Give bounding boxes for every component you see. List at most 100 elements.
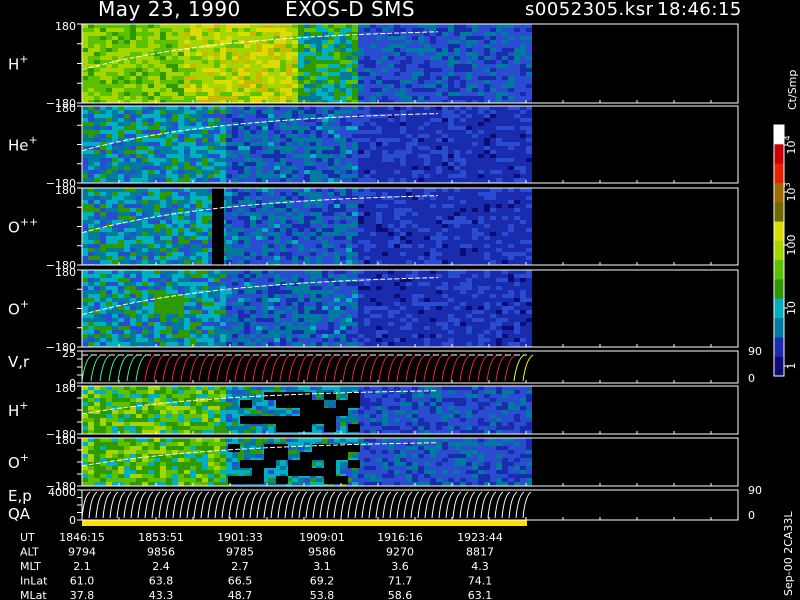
heatmap-cell xyxy=(454,36,460,40)
heatmap-cell xyxy=(160,306,166,310)
heatmap-cell xyxy=(172,56,178,60)
heatmap-cell xyxy=(478,24,484,28)
heatmap-cell xyxy=(316,106,322,110)
heatmap-cell xyxy=(358,24,364,28)
heatmap-cell xyxy=(496,252,502,256)
heatmap-cell xyxy=(238,170,244,174)
heatmap-cell xyxy=(304,212,310,216)
heatmap-cell xyxy=(190,216,196,220)
heatmap-cell xyxy=(292,244,298,248)
heatmap-cell xyxy=(268,232,274,236)
heatmap-cell xyxy=(250,24,256,28)
heatmap-cell xyxy=(178,188,184,192)
heatmap-cell xyxy=(172,236,178,240)
heatmap-cell xyxy=(136,290,142,294)
heatmap-cell xyxy=(304,48,310,52)
heatmap-cell xyxy=(178,314,184,318)
heatmap-cell xyxy=(124,154,130,158)
heatmap-cell xyxy=(172,122,178,126)
heatmap-cell xyxy=(100,110,106,114)
heatmap-cell xyxy=(238,220,244,224)
heatmap-cell xyxy=(196,342,202,346)
heatmap-cell xyxy=(526,88,532,92)
heatmap-cell xyxy=(106,298,112,302)
heatmap-cell xyxy=(478,56,484,60)
heatmap-cell xyxy=(106,138,112,142)
heatmap-cell xyxy=(142,338,148,342)
heatmap-cell xyxy=(148,118,154,122)
heatmap-cell xyxy=(502,212,508,216)
heatmap-cell xyxy=(94,196,100,200)
heatmap-cell xyxy=(322,84,328,88)
heatmap-cell xyxy=(142,342,148,346)
heatmap-cell xyxy=(328,52,334,56)
heatmap-cell xyxy=(490,244,496,248)
heatmap-cell xyxy=(148,208,154,212)
heatmap-cell xyxy=(472,118,478,122)
heatmap-cell xyxy=(178,286,184,290)
heatmap-cell xyxy=(466,236,472,240)
heatmap-cell xyxy=(346,64,352,68)
heatmap-cell xyxy=(526,48,532,52)
heatmap-cell xyxy=(226,106,232,110)
heatmap-cell xyxy=(142,138,148,142)
heatmap-cell xyxy=(142,294,148,298)
heatmap-cell xyxy=(100,150,106,154)
heatmap-cell xyxy=(526,174,532,178)
heatmap-cell xyxy=(214,48,220,52)
heatmap-cell xyxy=(352,80,358,84)
heatmap-cell xyxy=(154,236,160,240)
heatmap-cell xyxy=(526,40,532,44)
heatmap-cell xyxy=(190,212,196,216)
heatmap-cell xyxy=(106,88,112,92)
heatmap-cell xyxy=(334,142,340,146)
heatmap-cell xyxy=(352,146,358,150)
heatmap-cell xyxy=(322,200,328,204)
heatmap-cell xyxy=(376,188,382,192)
heatmap-cell xyxy=(94,338,100,342)
heatmap-cell xyxy=(526,28,532,32)
heatmap-cell xyxy=(232,56,238,60)
heatmap-cell xyxy=(238,114,244,118)
heatmap-cell xyxy=(184,178,190,182)
heatmap-cell xyxy=(286,110,292,114)
heatmap-cell xyxy=(106,92,112,96)
heatmap-cell xyxy=(490,204,496,208)
data-gap xyxy=(212,188,224,265)
heatmap-cell xyxy=(88,326,94,330)
heatmap-cell xyxy=(154,282,160,286)
heatmap-cell xyxy=(310,28,316,32)
heatmap-cell xyxy=(454,122,460,126)
heatmap-cell xyxy=(94,318,100,322)
heatmap-cell xyxy=(202,88,208,92)
heatmap-cell xyxy=(466,260,472,264)
heatmap-cell xyxy=(400,40,406,44)
heatmap-cell xyxy=(412,150,418,154)
heatmap-cell xyxy=(142,110,148,114)
heatmap-cell xyxy=(118,240,124,244)
heatmap-cell xyxy=(112,126,118,130)
heatmap-cell xyxy=(202,232,208,236)
heatmap-cell xyxy=(268,134,274,138)
heatmap-cell xyxy=(376,72,382,76)
heatmap-cell xyxy=(502,244,508,248)
heatmap-cell xyxy=(496,32,502,36)
heatmap-cell xyxy=(166,270,172,274)
heatmap-cell xyxy=(238,158,244,162)
heatmap-cell xyxy=(148,114,154,118)
heatmap-cell xyxy=(130,142,136,146)
heatmap-cell xyxy=(364,236,370,240)
heatmap-cell xyxy=(472,208,478,212)
heatmap-cell xyxy=(370,106,376,110)
heatmap-cell xyxy=(370,220,376,224)
heatmap-cell xyxy=(178,146,184,150)
heatmap-cell xyxy=(370,72,376,76)
heatmap-cell xyxy=(220,114,226,118)
heatmap-cell xyxy=(256,32,262,36)
heatmap-cell xyxy=(178,200,184,204)
heatmap-cell xyxy=(82,96,88,100)
heatmap-cell xyxy=(316,92,322,96)
heatmap-cell xyxy=(124,192,130,196)
heatmap-cell xyxy=(124,334,130,338)
heatmap-cell xyxy=(142,232,148,236)
